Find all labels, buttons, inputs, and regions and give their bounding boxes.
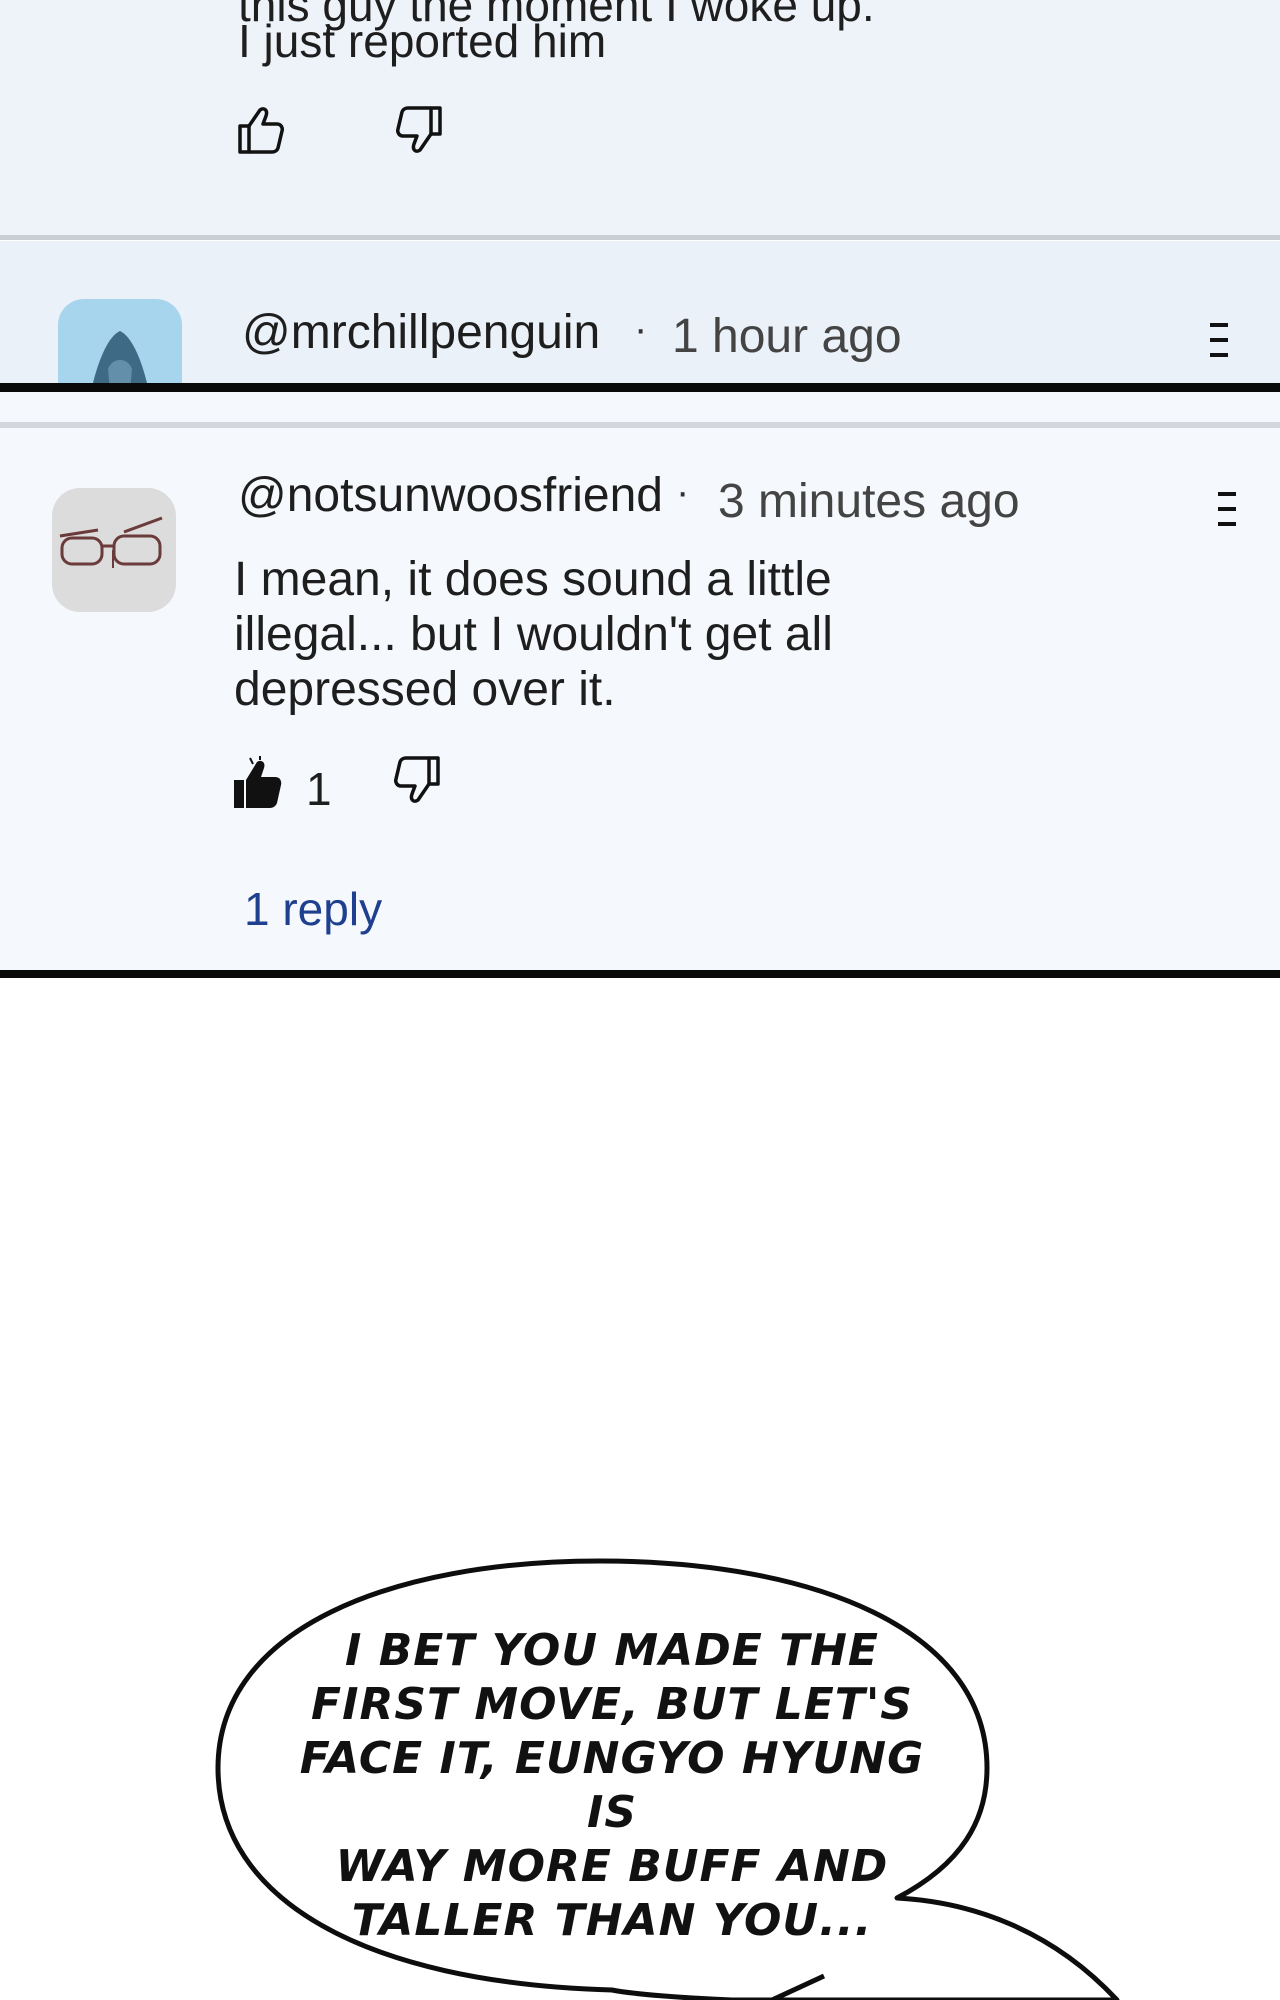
thumbs-up-filled-icon[interactable]	[230, 756, 284, 812]
panel-border	[0, 970, 1280, 978]
thumbs-up-icon[interactable]	[236, 104, 286, 156]
glasses-avatar-icon[interactable]	[52, 488, 176, 612]
thumbs-down-icon[interactable]	[394, 104, 444, 156]
view-replies-link[interactable]: 1 reply	[244, 882, 382, 936]
more-menu-icon[interactable]	[1216, 488, 1238, 532]
penguin-avatar-icon[interactable]	[58, 299, 182, 384]
comment-timestamp: 1 hour ago	[672, 310, 902, 363]
panel-border	[0, 383, 1280, 392]
meta-separator: ·	[676, 470, 690, 514]
comment-text: I mean, it does sound a little illegal..…	[234, 553, 833, 716]
divider	[0, 235, 1280, 240]
comment-timestamp: 3 minutes ago	[718, 475, 1020, 528]
comment-author[interactable]: @notsunwoosfriend	[238, 468, 663, 523]
comment-panel-notsunwoosfriend: @notsunwoosfriend · 3 minutes ago I mean…	[0, 392, 1280, 972]
comment-panel-mrchillpenguin: @mrchillpenguin · 1 hour ago	[0, 241, 1280, 384]
more-menu-icon[interactable]	[1208, 319, 1230, 363]
divider	[0, 422, 1280, 428]
comment-author[interactable]: @mrchillpenguin	[242, 305, 600, 360]
meta-separator: ·	[634, 307, 648, 351]
comment-panel-previous: this guy the moment I woke up. I just re…	[0, 0, 1280, 240]
speech-bubble-text: I BET YOU MADE THE FIRST MOVE, BUT LET'S…	[299, 1625, 925, 1946]
thumbs-down-icon[interactable]	[392, 754, 442, 806]
speech-bubble: I BET YOU MADE THE FIRST MOVE, BUT LET'S…	[212, 1558, 1280, 2000]
comment-text: I just reported him	[238, 15, 607, 67]
like-count: 1	[306, 763, 332, 815]
